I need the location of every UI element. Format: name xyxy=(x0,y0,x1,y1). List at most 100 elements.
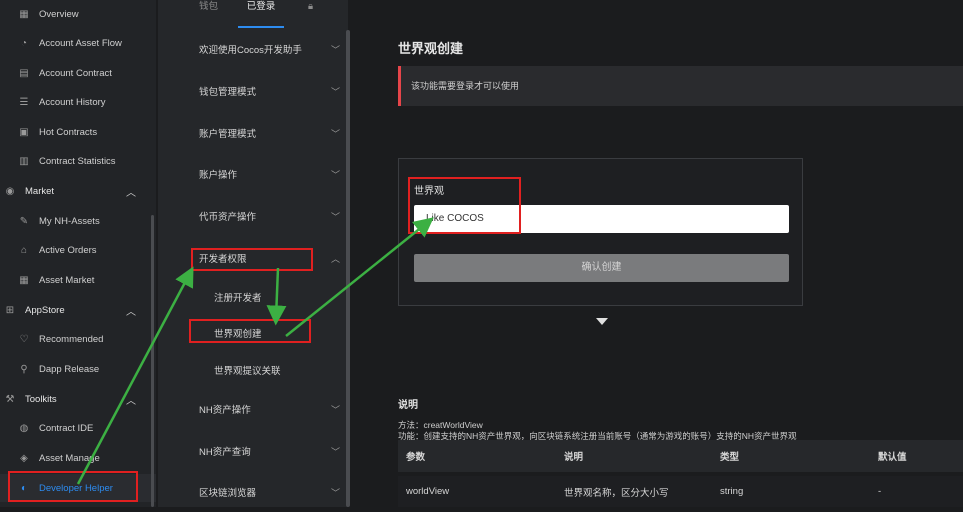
chevron-down-icon: ﹀ xyxy=(330,86,340,97)
menu-item-welcome[interactable]: 欢迎使用Cocos开发助手 ﹀ xyxy=(158,29,348,69)
menu-item-wallet-mode[interactable]: 钱包管理模式 ﹀ xyxy=(158,71,348,111)
chevron-down-icon: ﹀ xyxy=(330,404,340,415)
sidebar-item-account-contract[interactable]: ▤ Account Contract xyxy=(0,59,156,87)
toolkits-icon: ⚒ xyxy=(5,393,15,405)
table-cell: worldView xyxy=(406,486,450,497)
sidebar-item-label: Toolkits xyxy=(25,393,57,405)
sidebar-item-account-asset-flow[interactable]: ◔ Account Asset Flow xyxy=(0,29,156,57)
highlight-worldview-input xyxy=(408,177,521,234)
sidebar: ▦ Overview ◔ Account Asset Flow ▤ Accoun… xyxy=(0,0,156,507)
ide-icon: ◍ xyxy=(19,422,29,434)
chevron-up-icon: ︿ xyxy=(126,187,136,199)
sidebar-item-label: Overview xyxy=(39,8,79,20)
history-icon: ☰ xyxy=(19,96,29,108)
menu-item-account-ops[interactable]: 账户操作 ﹀ xyxy=(158,154,348,194)
sidebar-item-active-orders[interactable]: ⌂ Active Orders xyxy=(0,236,156,264)
sidebar-item-label: Account Asset Flow xyxy=(39,37,122,49)
release-icon: ⚲ xyxy=(20,363,28,375)
heart-icon: ♡ xyxy=(19,333,29,345)
page-title: 世界观创建 xyxy=(398,41,464,56)
menu-item-nh-ops[interactable]: NH资产操作 ﹀ xyxy=(158,389,348,429)
menu-item-label: NH资产查询 xyxy=(199,447,251,458)
lock-icon[interactable]: 🔒︎ xyxy=(308,0,313,26)
menu-item-label: 区块链浏览器 xyxy=(199,488,257,499)
chevron-down-icon: ﹀ xyxy=(330,169,340,180)
table-cell: string xyxy=(720,486,744,497)
menu-item-account-mode[interactable]: 账户管理模式 ﹀ xyxy=(158,113,348,153)
market-icon: ◉ xyxy=(5,185,15,197)
menu-item-nh-query[interactable]: NH资产查询 ﹀ xyxy=(158,431,348,471)
sidebar-item-label: Contract IDE xyxy=(39,422,94,434)
menu-item-label: 代币资产操作 xyxy=(199,212,257,223)
table-header: 参数 说明 类型 默认值 xyxy=(398,440,963,472)
sidebar-section-appstore[interactable]: ⊞ AppStore ︿ xyxy=(0,296,156,324)
asset-market-icon: ▦ xyxy=(19,274,29,286)
sidebar-scrollbar[interactable] xyxy=(151,215,154,507)
tab-wallet[interactable]: 钱包 xyxy=(199,0,218,26)
tab-logged-in[interactable]: 已登录 xyxy=(238,0,284,28)
sidebar-item-label: Recommended xyxy=(39,333,104,345)
table-header-cell: 类型 xyxy=(720,452,740,463)
sidebar-item-label: Market xyxy=(25,185,55,197)
sidebar-item-contract-ide[interactable]: ◍ Contract IDE xyxy=(0,414,156,442)
menu-item-label: NH资产操作 xyxy=(199,405,251,416)
tab-bar: 钱包 已登录 🔒︎ ⏻ xyxy=(158,0,364,28)
highlight-worldview-create xyxy=(189,319,311,343)
confirm-create-button[interactable]: 确认创建 xyxy=(414,254,789,282)
menu-item-label: 钱包管理模式 xyxy=(199,87,257,98)
hot-contracts-icon: ▣ xyxy=(19,126,29,138)
sidebar-item-label: Active Orders xyxy=(39,244,97,256)
asset-manage-icon: ◈ xyxy=(20,452,28,464)
sidebar-item-dapp-release[interactable]: ⚲ Dapp Release xyxy=(0,355,156,383)
chevron-down-icon: ﹀ xyxy=(330,128,340,139)
sidebar-item-label: AppStore xyxy=(25,304,65,316)
description-heading: 说明 xyxy=(398,400,418,411)
sidebar-item-recommended[interactable]: ♡ Recommended xyxy=(0,325,156,353)
menu-item-label: 注册开发者 xyxy=(214,293,262,304)
table-row: worldView 世界观名称，区分大小写 string - xyxy=(398,476,963,507)
sidebar-item-label: Hot Contracts xyxy=(39,126,98,138)
caret-down-icon[interactable] xyxy=(596,318,608,325)
chevron-up-icon: ︿ xyxy=(126,306,136,318)
sidebar-item-account-history[interactable]: ☰ Account History xyxy=(0,88,156,116)
sidebar-item-asset-manage[interactable]: ◈ Asset Manage xyxy=(0,444,156,472)
highlight-developer-helper xyxy=(8,471,138,502)
sidebar-section-toolkits[interactable]: ⚒ Toolkits ︿ xyxy=(0,385,156,413)
menu-item-label: 账户管理模式 xyxy=(199,129,257,140)
menu-item-token-ops[interactable]: 代币资产操作 ﹀ xyxy=(158,196,348,236)
menu-item-worldview-proposal[interactable]: 世界观提议关联 xyxy=(158,350,348,390)
table-cell: - xyxy=(878,486,882,497)
sidebar-section-market[interactable]: ◉ Market ︿ xyxy=(0,177,156,205)
sidebar-item-label: Account Contract xyxy=(39,67,112,79)
table-header-cell: 说明 xyxy=(564,452,584,463)
menu-item-register-developer[interactable]: 注册开发者 xyxy=(158,277,348,317)
table-header-cell: 默认值 xyxy=(878,452,907,463)
appstore-icon: ⊞ xyxy=(5,304,15,316)
sidebar-item-overview[interactable]: ▦ Overview xyxy=(0,0,156,28)
statistics-icon: ▥ xyxy=(19,155,29,167)
sidebar-item-my-nh-assets[interactable]: ✎ My NH-Assets xyxy=(0,207,156,235)
overview-icon: ▦ xyxy=(19,8,29,20)
menu-item-label: 世界观提议关联 xyxy=(214,366,281,377)
orders-icon: ⌂ xyxy=(20,244,28,256)
main-panel: 世界观创建 该功能需要登录才可以使用 世界观 Like COCOS 确认创建 说… xyxy=(352,0,963,507)
sidebar-item-label: Contract Statistics xyxy=(39,155,116,167)
contract-icon: ▤ xyxy=(19,67,29,79)
nh-assets-icon: ✎ xyxy=(19,215,29,227)
sidebar-item-label: Asset Manage xyxy=(39,452,100,464)
sidebar-item-label: Dapp Release xyxy=(39,363,100,375)
menu-item-label: 账户操作 xyxy=(199,170,238,181)
chevron-down-icon: ﹀ xyxy=(330,446,340,457)
sidebar-item-asset-market[interactable]: ▦ Asset Market xyxy=(0,266,156,294)
sidebar-item-contract-statistics[interactable]: ▥ Contract Statistics xyxy=(0,147,156,175)
table-cell: 世界观名称，区分大小写 xyxy=(564,487,669,499)
chevron-down-icon: ﹀ xyxy=(330,44,340,55)
login-required-alert: 该功能需要登录才可以使用 xyxy=(398,66,963,106)
menu-item-label: 欢迎使用Cocos开发助手 xyxy=(199,45,302,56)
menu-scrollbar[interactable] xyxy=(346,30,350,507)
sidebar-item-label: Asset Market xyxy=(39,274,95,286)
chevron-up-icon: ︿ xyxy=(126,395,136,407)
chevron-down-icon: ﹀ xyxy=(330,211,340,222)
sidebar-item-hot-contracts[interactable]: ▣ Hot Contracts xyxy=(0,118,156,146)
menu-item-block-explorer[interactable]: 区块链浏览器 ﹀ xyxy=(158,472,348,512)
